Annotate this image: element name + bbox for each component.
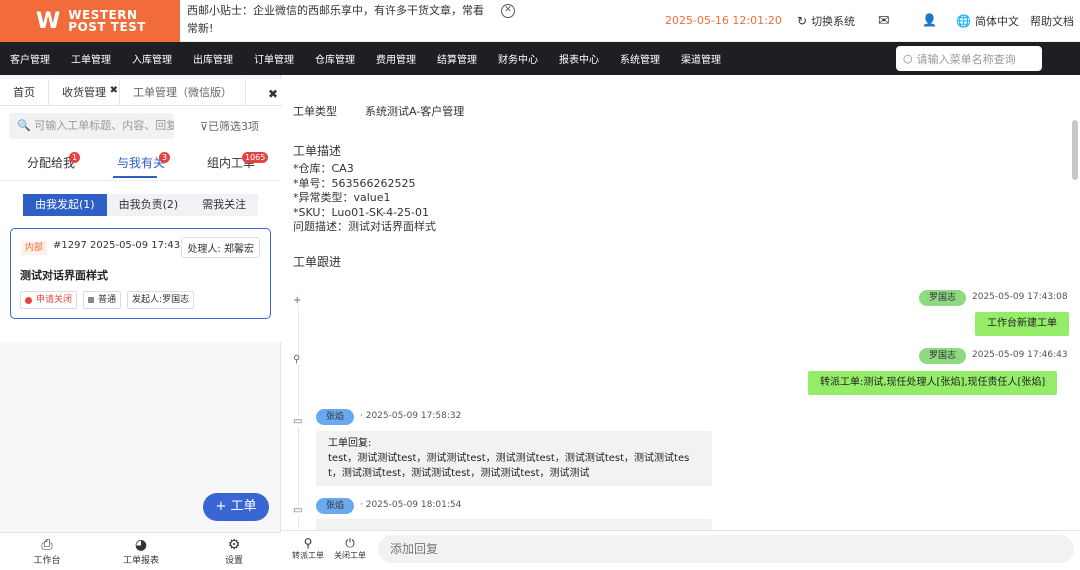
nav-customer[interactable]: 客户管理: [10, 51, 50, 66]
nav-order[interactable]: 订单管理: [254, 51, 294, 66]
comment-icon: ▭: [293, 416, 303, 427]
status-chip: 申请关闭: [20, 291, 78, 309]
nav-fee[interactable]: 费用管理: [376, 51, 416, 66]
count-badge: 1065: [242, 152, 269, 163]
count-badge: 1: [69, 152, 81, 163]
message-bubble: 工单回复: test，测试测试test，测试测试test，测试测试test，测试…: [316, 431, 712, 486]
subtab-assigned-to-me[interactable]: 分配给我 1: [27, 152, 81, 171]
globe-icon: 🌐: [956, 14, 971, 28]
nav-finance[interactable]: 财务中心: [498, 51, 538, 66]
count-badge: 3: [159, 152, 171, 163]
ticket-title: 测试对话界面样式: [20, 269, 108, 282]
bottom-nav-workbench[interactable]: ⎙ 工作台: [17, 537, 77, 566]
ticket-description: *仓库：CA3 *单号：563566262525 *异常类型：value1 *S…: [293, 162, 436, 233]
nav-ticket[interactable]: 工单管理: [71, 51, 111, 66]
filter-button[interactable]: ⊽已筛选3项: [200, 118, 259, 134]
close-ticket-button[interactable]: ⏻ 关闭工单: [333, 537, 367, 561]
close-tab-icon[interactable]: ✖: [268, 87, 278, 101]
segment-responsible-by-me[interactable]: 由我负责(2): [106, 194, 191, 216]
ticket-detail-panel: [282, 75, 1080, 570]
message-bubble: [316, 519, 712, 530]
bottom-nav: ⎙ 工作台 ◕ 工单报表 ⚙ 设置: [0, 532, 281, 570]
transfer-icon: ⚲: [293, 354, 301, 365]
nav-settlement[interactable]: 结算管理: [437, 51, 477, 66]
language-label: 简体中文: [974, 15, 1019, 28]
transfer-ticket-button[interactable]: ⚲ 转派工单: [291, 537, 325, 561]
refresh-icon: ↻: [797, 14, 808, 28]
nav-warehouse[interactable]: 仓库管理: [315, 51, 355, 66]
timeline-line: [298, 293, 299, 528]
logo-line2: POST TEST: [68, 20, 146, 34]
nav-channel[interactable]: 渠道管理: [681, 51, 721, 66]
segment-need-my-attention[interactable]: 需我关注: [190, 194, 259, 216]
search-icon: ○: [903, 52, 913, 65]
plus-icon: +: [293, 295, 302, 306]
message-author: 罗国志: [919, 348, 967, 364]
ticket-search-input[interactable]: 🔍 可输入工单标题、内容、回复: [9, 113, 174, 139]
ticket-type-label: 工单类型: [293, 105, 337, 118]
message-author: 罗国志: [919, 290, 967, 306]
switch-system-label: 切换系统: [811, 15, 856, 28]
ticket-filter-segments: 由我发起(1) 由我负责(2) 需我关注: [23, 194, 259, 216]
tab-home[interactable]: 首页: [0, 79, 49, 105]
page-tabs: 首页 收货管理 ✖ 工单管理（微信版）: [0, 79, 294, 106]
subtab-group-tickets[interactable]: 组内工单 1065: [207, 152, 269, 171]
message-bubble: 工作台新建工单: [975, 312, 1069, 336]
reply-input[interactable]: 添加回复: [378, 535, 1074, 563]
close-tab-icon[interactable]: ✖: [110, 77, 118, 104]
inbox-icon: ⎙: [41, 537, 53, 553]
gear-icon: ⚙: [227, 537, 241, 553]
bottom-nav-settings[interactable]: ⚙ 设置: [204, 537, 264, 566]
tab-ticket-wechat[interactable]: 工单管理（微信版）: [120, 79, 246, 105]
message-time: · 2025-05-09 18:01:54: [360, 500, 462, 510]
current-datetime: 2025-05-16 12:01:20: [665, 14, 782, 27]
tip-banner: 西邮小贴士：企业微信的西邮乐享中，有许多干货文章，常看常新!: [187, 4, 484, 35]
scrollbar[interactable]: [1072, 120, 1078, 180]
message-author: 张焰: [316, 409, 355, 425]
tab-receiving[interactable]: 收货管理 ✖: [49, 79, 120, 105]
description-title: 工单描述: [293, 144, 342, 158]
ticket-chips: 申请关闭 普通 发起人:罗国志: [20, 291, 200, 309]
message-time: · 2025-05-09 17:58:32: [360, 411, 462, 421]
nav-system[interactable]: 系统管理: [620, 51, 660, 66]
switch-system-button[interactable]: ↻ 切换系统: [797, 13, 855, 29]
language-switch[interactable]: 🌐 简体中文: [956, 13, 1019, 29]
comment-icon: ▭: [293, 505, 303, 516]
logo-mark-icon: W: [36, 8, 61, 34]
mail-icon[interactable]: ✉: [878, 13, 894, 29]
subtab-related-to-me[interactable]: 与我有关 3: [117, 152, 171, 171]
pie-chart-icon: ◕: [134, 537, 148, 553]
nav-inbound[interactable]: 入库管理: [132, 51, 172, 66]
nav-outbound[interactable]: 出库管理: [193, 51, 233, 66]
ticket-number: #1297: [53, 240, 87, 251]
priority-icon: [88, 297, 95, 303]
ticket-type-tag: 内部: [21, 241, 48, 255]
brand-logo[interactable]: W WESTERN POST TEST: [0, 0, 180, 42]
priority-chip: 普通: [83, 291, 122, 309]
segment-initiated-by-me[interactable]: 由我发起(1): [23, 194, 107, 216]
minus-circle-icon: [25, 296, 32, 304]
user-icon[interactable]: 👤: [922, 13, 941, 27]
initiator-chip: 发起人:罗国志: [127, 291, 195, 309]
menu-search-placeholder: 请输入菜单名称查询: [916, 52, 1016, 66]
user-transfer-icon: ⚲: [303, 536, 313, 550]
ticket-date: 2025-05-09 17:43: [90, 240, 181, 251]
ticket-card[interactable]: 内部 #1297 2025-05-09 17:43 处理人: 郑馨宏 测试对话界…: [10, 228, 271, 319]
close-tip-icon[interactable]: ✕: [501, 4, 515, 18]
message-time: 2025-05-09 17:46:43: [972, 350, 1068, 360]
active-subtab-indicator: [113, 176, 157, 178]
power-icon: ⏻: [345, 536, 355, 550]
message-time: 2025-05-09 17:43:08: [972, 292, 1068, 302]
nav-report[interactable]: 报表中心: [559, 51, 599, 66]
ticket-type-value: 系统测试A-客户管理: [365, 105, 465, 118]
message-author: 张焰: [316, 498, 355, 514]
message-bubble: 转派工单:测试,现任处理人[张焰],现任责任人[张焰]: [808, 371, 1058, 395]
menu-search-input[interactable]: ○ 请输入菜单名称查询: [896, 46, 1042, 71]
divider: [0, 180, 281, 181]
new-ticket-button[interactable]: + 工单: [203, 493, 269, 521]
ticket-handler: 处理人: 郑馨宏: [181, 237, 260, 258]
tracking-title: 工单跟进: [293, 255, 342, 269]
help-link[interactable]: 帮助文档: [1030, 13, 1074, 29]
bottom-nav-ticket-report[interactable]: ◕ 工单报表: [111, 537, 171, 566]
